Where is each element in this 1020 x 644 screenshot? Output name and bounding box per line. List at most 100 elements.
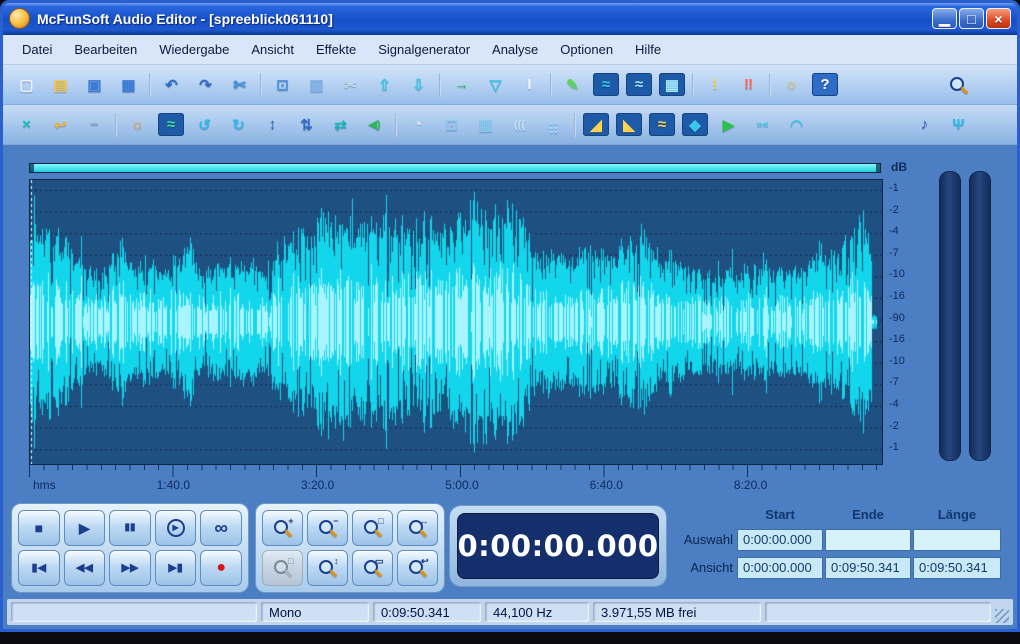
zoom-vertical-button[interactable]: ↕ [307, 550, 348, 586]
help-icon[interactable]: ? [812, 73, 838, 96]
expand-vertical-icon-glyph: ↕ [268, 116, 277, 133]
spectrum-icon[interactable]: ⣶ [540, 112, 567, 138]
smooth-icon[interactable]: ◠ [783, 112, 810, 138]
loop-continuous-icon[interactable]: ↻ [225, 112, 252, 138]
sound-waves-icon[interactable]: ((( [506, 112, 533, 138]
shrink-vertical-icon[interactable]: ⇅ [293, 112, 320, 138]
smooth-icon-glyph: ◠ [789, 116, 804, 134]
ibeam-cursor-icon[interactable]: I [516, 72, 543, 98]
brightness-icon[interactable]: ☼ [124, 112, 151, 138]
paste-icon[interactable]: ⇧ [371, 72, 398, 98]
view-length-field[interactable]: 0:09:50.341 [913, 557, 1001, 579]
menu-item-hilfe[interactable]: Hilfe [624, 37, 672, 62]
compress-icon[interactable]: »« [749, 112, 776, 138]
skip-start-button[interactable]: ▮◀ [18, 550, 60, 586]
play-circle-button-glyph: ▶ [166, 519, 185, 537]
preview-icon[interactable]: ▶ [715, 112, 742, 138]
level-meter-right [969, 171, 991, 461]
undo-history-icon[interactable]: ↩ [47, 112, 74, 138]
wave-grid-icon[interactable]: ▦ [659, 73, 685, 96]
status-file-length: 0:09:50.341 [373, 602, 481, 622]
selection-start-field[interactable]: 0:00:00.000 [737, 529, 823, 551]
compress-icon-glyph: »« [756, 118, 769, 131]
wave-view-icon[interactable]: ≈ [593, 73, 619, 96]
clip-warning-icon[interactable]: ‼ [735, 72, 762, 98]
time-ruler-ticks[interactable] [29, 465, 881, 477]
skip-end-button[interactable]: ▶▮ [154, 550, 197, 586]
selection-end-field[interactable] [825, 529, 911, 551]
buffer-icon[interactable]: ▦ [472, 112, 499, 138]
swap-channels-icon[interactable]: × [13, 112, 40, 138]
envelope-icon[interactable]: ≈ [649, 113, 675, 136]
zoom-selection-button[interactable]: □ [352, 510, 393, 546]
menu-item-datei[interactable]: Datei [11, 37, 63, 62]
minimize-button[interactable]: ▁ [932, 8, 957, 29]
fade-out-icon[interactable]: ◣ [616, 113, 642, 136]
redo-icon[interactable]: ↷ [192, 72, 219, 98]
menu-item-analyse[interactable]: Analyse [481, 37, 549, 62]
menu-item-optionen[interactable]: Optionen [549, 37, 624, 62]
menu-item-effekte[interactable]: Effekte [305, 37, 367, 62]
new-file-icon[interactable]: ▢ [13, 72, 40, 98]
mix-icon[interactable]: ✎ [559, 72, 586, 98]
audio-settings-icon[interactable]: ☼ [778, 72, 805, 98]
maximize-button[interactable]: □ [959, 8, 984, 29]
remove-icon[interactable]: − [81, 112, 108, 138]
save-file-icon[interactable]: ▣ [81, 72, 108, 98]
zoom-out-button[interactable]: − [307, 510, 348, 546]
zoom-all-button[interactable]: ↔ [397, 510, 438, 546]
normalize-warning-icon[interactable]: ! [701, 72, 728, 98]
status-sample-rate: 44,100 Hz [485, 602, 589, 622]
zoom-horizontal-button[interactable]: ▭ [352, 550, 393, 586]
search-magnifier-icon[interactable] [945, 72, 972, 98]
save-all-icon[interactable]: ▦ [115, 72, 142, 98]
undo-icon[interactable]: ↶ [158, 72, 185, 98]
zoom-frame-icon[interactable]: ⊡ [438, 112, 465, 138]
pitch-icon-glyph: Ψ [952, 116, 965, 133]
close-button[interactable]: × [986, 8, 1011, 29]
channel-swap-icon[interactable]: ⇄ [327, 112, 354, 138]
waveform-canvas[interactable] [29, 179, 883, 465]
stop-button[interactable]: ■ [18, 510, 60, 546]
view-start-field[interactable]: 0:00:00.000 [737, 557, 823, 579]
loop-once-icon[interactable]: ↺ [191, 112, 218, 138]
dynamics-icon[interactable]: ◆ [682, 113, 708, 136]
stopwatch-icon[interactable]: ◔ [404, 112, 431, 138]
rewind-button[interactable]: ◀◀ [63, 550, 106, 586]
menu-item-wiedergabe[interactable]: Wiedergabe [148, 37, 240, 62]
cut-icon[interactable]: ✂ [337, 72, 364, 98]
menu-item-bearbeiten[interactable]: Bearbeiten [63, 37, 148, 62]
menu-item-signalgenerator[interactable]: Signalgenerator [367, 37, 481, 62]
loop-button[interactable]: ∞ [200, 510, 242, 546]
view-end-field[interactable]: 0:09:50.341 [825, 557, 911, 579]
transport-controls: ■ ▶ ▮▮ ▶ ∞ ▮◀ ◀◀ ▶▶ ▶▮ ● [11, 503, 249, 593]
fit-selection-icon[interactable]: ≈ [158, 113, 184, 136]
zoom-in-button[interactable]: + [262, 510, 303, 546]
music-note-icon[interactable]: ♪ [911, 112, 938, 138]
paste-new-icon[interactable]: ⇩ [405, 72, 432, 98]
fade-in-icon[interactable]: ◢ [583, 113, 609, 136]
trim-icon[interactable]: ✄ [226, 72, 253, 98]
selection-length-field[interactable] [913, 529, 1001, 551]
play-circle-button[interactable]: ▶ [154, 510, 197, 546]
fast-forward-button[interactable]: ▶▶ [109, 550, 151, 586]
expand-vertical-icon[interactable]: ↕ [259, 112, 286, 138]
speaker-icon[interactable]: ◀) [361, 112, 388, 138]
db-label: -7 [889, 246, 899, 259]
resize-grip[interactable] [995, 609, 1009, 623]
filter-icon[interactable]: ▽ [482, 72, 509, 98]
wave-multi-icon[interactable]: ≈ [626, 73, 652, 96]
pause-button[interactable]: ▮▮ [109, 510, 151, 546]
zoom-previous-button[interactable]: ↩ [397, 550, 438, 586]
play-button[interactable]: ▶ [63, 510, 106, 546]
crop-icon[interactable]: ⊡ [269, 72, 296, 98]
record-button[interactable]: ● [200, 550, 242, 586]
export-icon[interactable]: → [448, 72, 475, 98]
menu-item-ansicht[interactable]: Ansicht [240, 37, 305, 62]
copy-icon[interactable]: ▥ [303, 72, 330, 98]
title-bar[interactable]: McFunSoft Audio Editor - [spreeblick0611… [3, 3, 1017, 35]
overview-position-bar[interactable] [29, 163, 881, 173]
db-label: -90 [889, 311, 905, 324]
pitch-icon[interactable]: Ψ [945, 112, 972, 138]
open-file-icon[interactable]: ▤ [47, 72, 74, 98]
